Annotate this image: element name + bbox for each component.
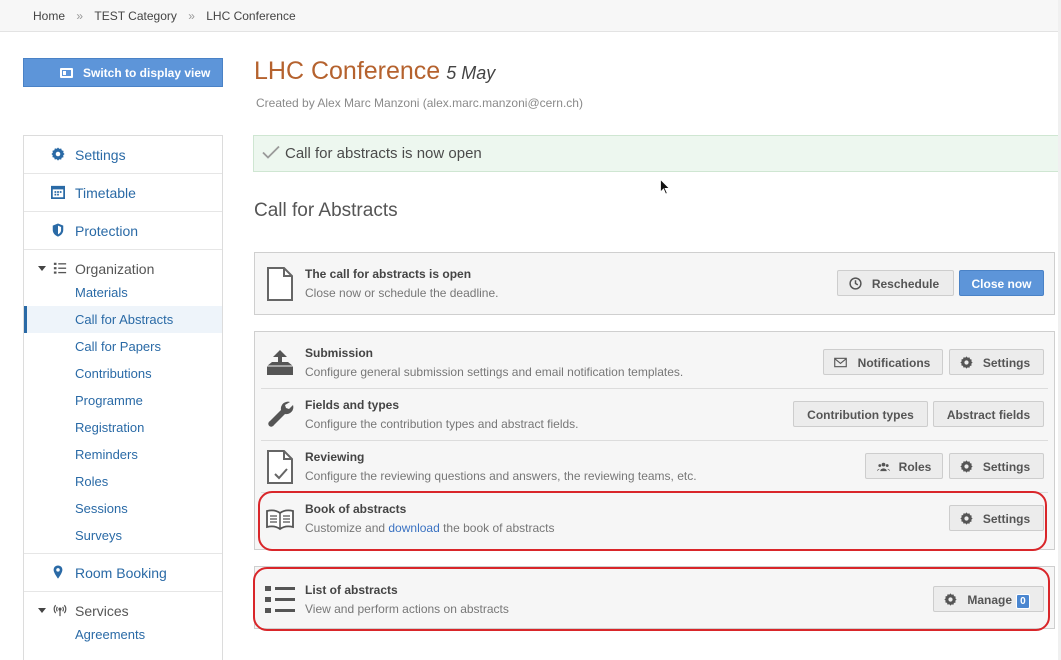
breadcrumb-current: LHC Conference [206,9,296,23]
sidebar-item-label: Protection [75,223,139,239]
users-icon [877,462,890,472]
book-desc: Customize and download the book of abstr… [305,521,554,535]
sidebar-item-surveys[interactable]: Surveys [24,522,222,549]
caret-down-icon [38,266,46,271]
notifications-label: Notifications [857,356,931,370]
breadcrumb-home-link[interactable]: Home [33,9,65,23]
upload-tray-icon [267,350,293,375]
gear-icon [51,147,65,161]
sidebar-item-label: Settings [75,147,126,163]
sidebar-group-label: Services [75,603,129,619]
wrench-icon [268,401,294,427]
breadcrumb-separator: » [76,9,84,23]
settings-label: Settings [982,512,1031,526]
page-title: LHC Conference 5 May [254,57,495,86]
list-icon [53,262,67,274]
event-title: LHC Conference [254,57,441,85]
contribution-types-button[interactable]: Contribution types [793,401,928,427]
mouse-cursor-icon [660,179,670,195]
book-title: Book of abstracts [305,502,407,516]
call-status-title: The call for abstracts is open [305,267,472,281]
sidebar-item-registration[interactable]: Registration [24,414,222,441]
broadcast-icon [53,604,67,617]
sidebar-item-programme[interactable]: Programme [24,387,222,414]
checkmark-icon [262,145,280,159]
sidebar: Settings Timetable Protection Organizati… [23,135,223,660]
switch-to-display-view-button[interactable]: Switch to display view [23,58,223,87]
sidebar-group-label: Organization [75,261,155,277]
sidebar-item-reminders[interactable]: Reminders [24,441,222,468]
reschedule-label: Reschedule [871,277,940,291]
gear-icon [944,593,957,606]
settings-label: Settings [982,460,1031,474]
abstract-count-badge: 0 [1016,594,1030,609]
submission-title: Submission [305,346,374,360]
sidebar-item-call-for-papers[interactable]: Call for Papers [24,333,222,360]
sidebar-item-timetable[interactable]: Timetable [24,174,222,212]
section-title: Call for Abstracts [254,200,398,221]
book-desc-text: the book of abstracts [439,521,555,535]
submission-desc: Configure general submission settings an… [305,365,684,379]
success-alert: Call for abstracts is now open [253,135,1061,172]
alert-text: Call for abstracts is now open [285,145,482,162]
shield-icon [52,223,64,237]
document-icon [267,267,293,301]
envelope-icon [834,357,847,368]
manage-button[interactable]: Manage 0 [933,586,1044,612]
document-check-icon [267,450,293,484]
reviewing-title: Reviewing [305,450,365,464]
settings-label: Settings [982,356,1031,370]
fields-desc: Configure the contribution types and abs… [305,417,579,431]
reviewing-desc: Configure the reviewing questions and an… [305,469,697,483]
book-desc-text: Customize and [305,521,389,535]
list-title: List of abstracts [305,583,398,597]
clock-icon [849,277,862,290]
sidebar-item-materials[interactable]: Materials [24,279,222,306]
submission-settings-button[interactable]: Settings [949,349,1044,375]
book-of-abstracts-row: Book of abstracts Customize and download… [255,492,1054,544]
gear-icon [960,356,973,369]
download-book-link[interactable]: download [388,521,439,535]
event-date: 5 May [446,63,496,83]
reviewing-settings-button[interactable]: Settings [949,453,1044,479]
sidebar-item-settings[interactable]: Settings [24,136,222,174]
display-icon [60,68,73,78]
sidebar-item-contributions[interactable]: Contributions [24,360,222,387]
breadcrumb: Home » TEST Category » LHC Conference [0,0,1061,32]
fields-title: Fields and types [305,398,400,412]
breadcrumb-separator: » [188,9,195,23]
roles-button[interactable]: Roles [865,453,943,479]
list-desc: View and perform actions on abstracts [305,602,509,616]
sidebar-item-roles[interactable]: Roles [24,468,222,495]
breadcrumb-category-link[interactable]: TEST Category [94,9,176,23]
created-by: Created by Alex Marc Manzoni (alex.marc.… [256,96,583,110]
abstract-fields-button[interactable]: Abstract fields [933,401,1044,427]
reschedule-button[interactable]: Reschedule [837,270,954,296]
manage-label: Manage [967,593,1013,607]
sidebar-item-room-booking[interactable]: Room Booking [24,554,222,592]
call-status-panel: The call for abstracts is open Close now… [254,252,1055,315]
sidebar-item-label: Timetable [75,185,136,201]
close-now-button[interactable]: Close now [959,270,1044,296]
open-book-icon [266,509,294,531]
sidebar-item-label: Room Booking [75,565,167,581]
configuration-panel: Submission Configure general submission … [254,331,1055,550]
roles-label: Roles [898,460,932,474]
list-icon [265,586,295,613]
gear-icon [960,460,973,473]
map-marker-icon [53,565,63,579]
sidebar-item-call-for-abstracts[interactable]: Call for Abstracts [24,306,222,333]
book-settings-button[interactable]: Settings [949,505,1044,531]
sidebar-item-agreements[interactable]: Agreements [24,621,222,648]
calendar-icon [51,185,65,199]
gear-icon [960,512,973,525]
call-status-desc: Close now or schedule the deadline. [305,286,499,300]
list-of-abstracts-panel: List of abstracts View and perform actio… [254,566,1055,629]
caret-down-icon [38,608,46,613]
notifications-button[interactable]: Notifications [823,349,943,375]
switch-button-label: Switch to display view [83,66,211,80]
sidebar-item-protection[interactable]: Protection [24,212,222,250]
sidebar-item-sessions[interactable]: Sessions [24,495,222,522]
